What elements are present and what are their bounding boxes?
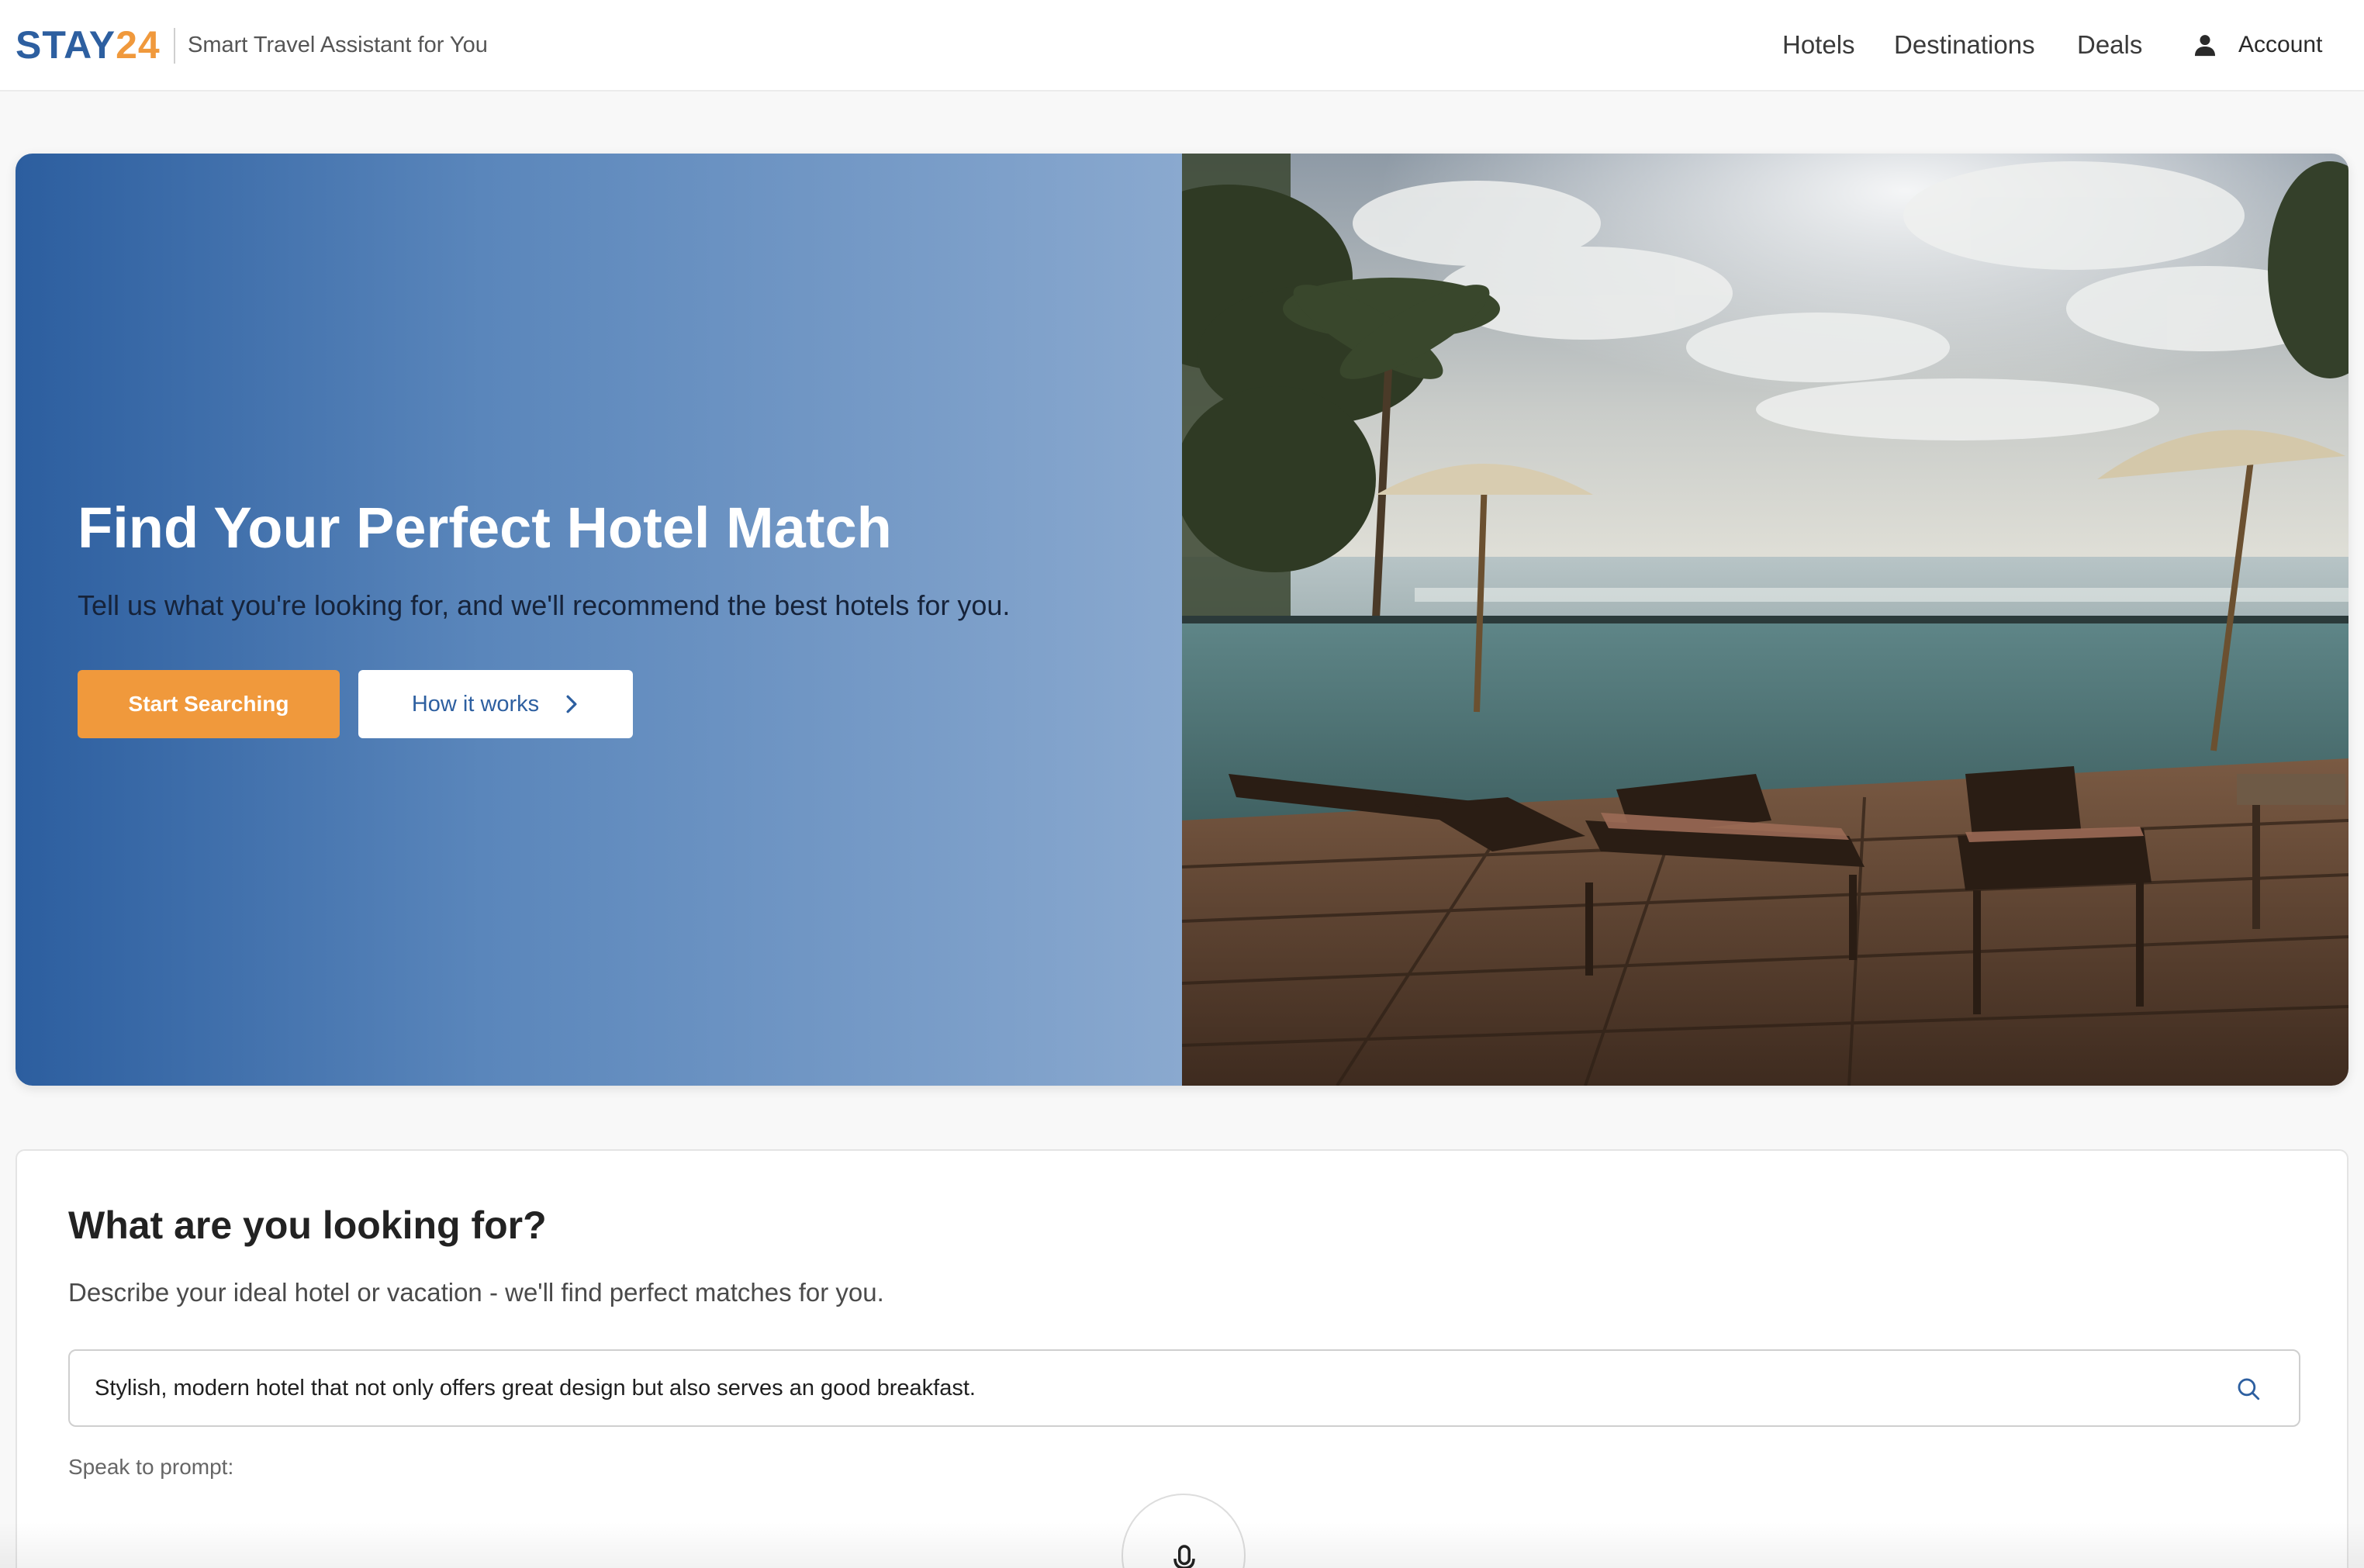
- start-searching-label: Start Searching: [128, 692, 289, 716]
- account-label: Account: [2238, 32, 2323, 57]
- how-it-works-button[interactable]: How it works: [358, 670, 633, 738]
- user-icon: [2194, 35, 2216, 57]
- microphone-button[interactable]: [1122, 1494, 1246, 1568]
- hero-image: [1182, 154, 2348, 1086]
- nav-link-deals[interactable]: Deals: [2077, 29, 2142, 60]
- hero-content-panel: Find Your Perfect Hotel Match Tell us wh…: [16, 154, 1182, 1086]
- hero-subtitle: Tell us what you're looking for, and we'…: [78, 589, 1011, 621]
- beach-resort-illustration: [1182, 154, 2348, 1086]
- top-navigation-bar: STAY24 Smart Travel Assistant for You Ho…: [0, 0, 2364, 92]
- logo-divider: [174, 28, 175, 64]
- how-it-works-label: How it works: [411, 691, 540, 717]
- start-searching-button[interactable]: Start Searching: [78, 670, 340, 738]
- nav-link-hotels[interactable]: Hotels: [1782, 29, 1855, 60]
- search-card-title: What are you looking for?: [68, 1204, 547, 1247]
- speak-to-prompt-label: Speak to prompt:: [68, 1455, 234, 1479]
- tagline: Smart Travel Assistant for You: [188, 33, 488, 57]
- logo-text-stay: STAY: [16, 23, 116, 67]
- account-button[interactable]: Account: [2192, 26, 2322, 64]
- search-card-description: Describe your ideal hotel or vacation - …: [68, 1278, 884, 1307]
- search-box: [68, 1349, 2300, 1427]
- hero-title: Find Your Perfect Hotel Match: [78, 496, 892, 560]
- chevron-right-icon: [566, 695, 577, 713]
- microphone-icon: [1173, 1545, 1195, 1568]
- hero-banner: Find Your Perfect Hotel Match Tell us wh…: [16, 154, 2348, 1086]
- search-icon[interactable]: [2235, 1376, 2262, 1402]
- nav-link-destinations[interactable]: Destinations: [1894, 29, 2035, 60]
- logo-text-24: 24: [116, 23, 161, 67]
- search-card: What are you looking for? Describe your …: [16, 1149, 2348, 1568]
- search-input[interactable]: [95, 1351, 2220, 1425]
- stay24-logo[interactable]: STAY24: [16, 22, 161, 68]
